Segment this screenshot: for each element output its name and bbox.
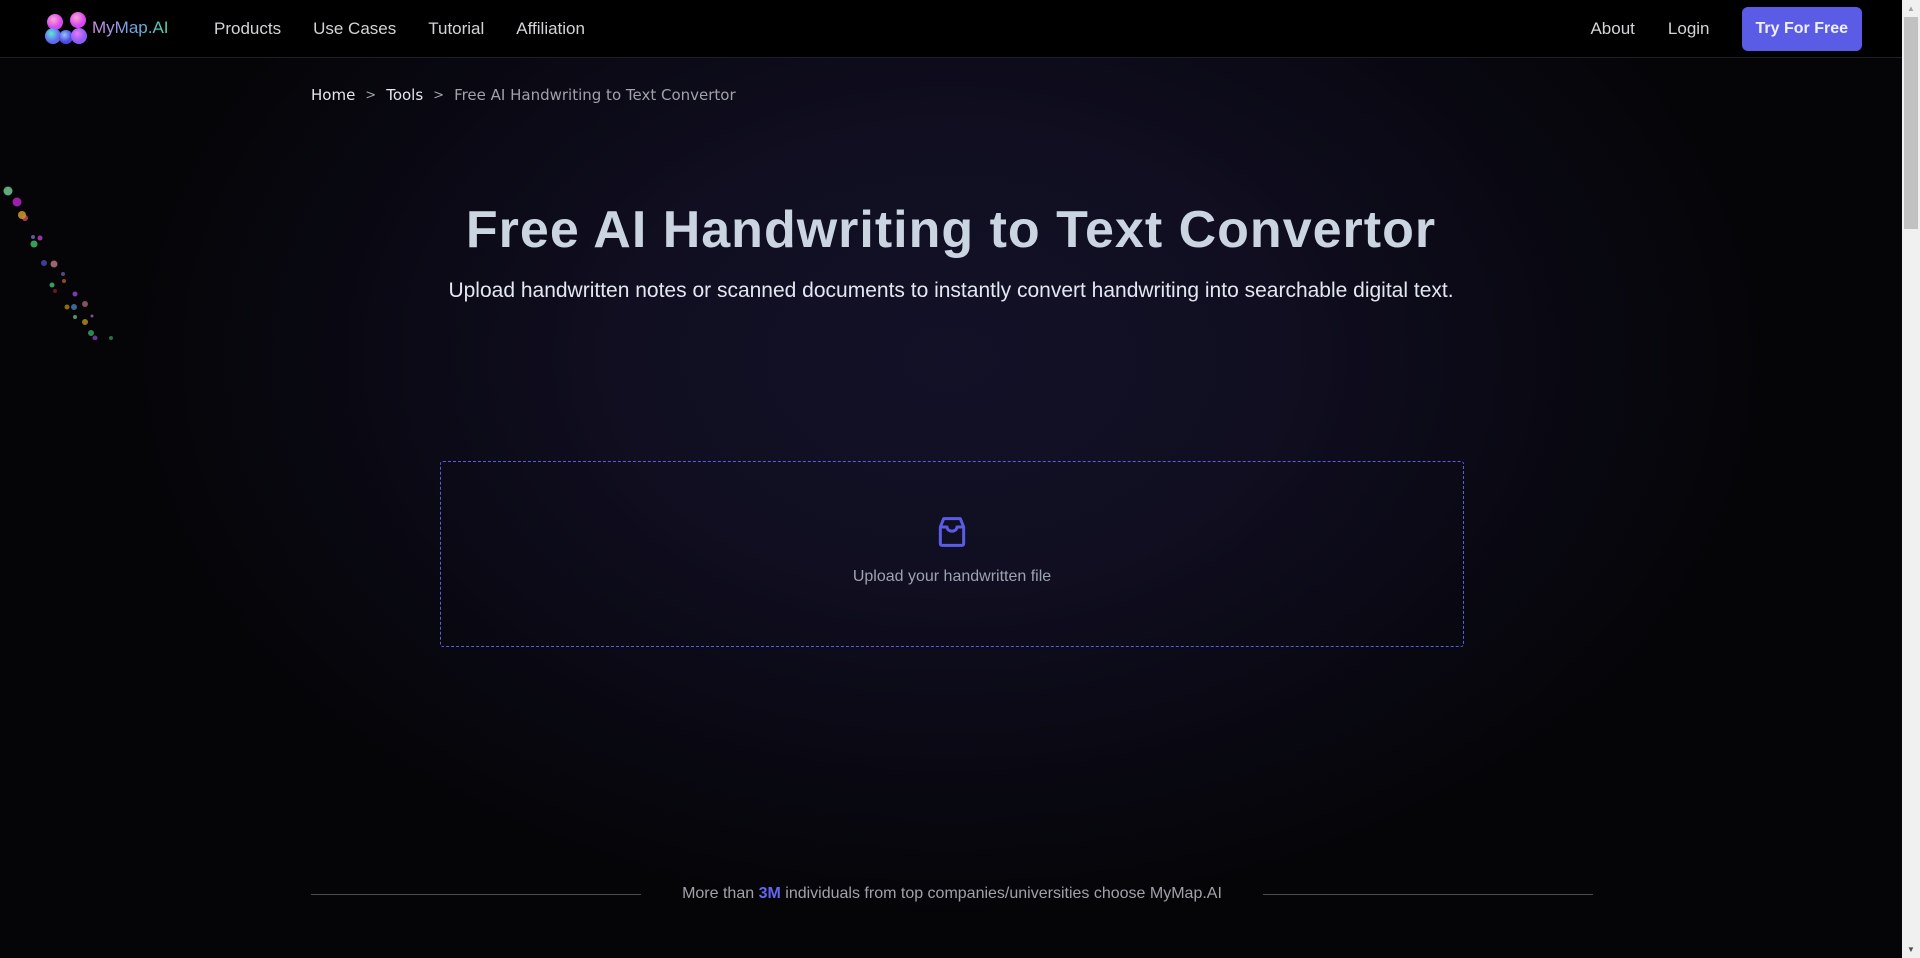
nav-tutorial[interactable]: Tutorial bbox=[428, 19, 484, 39]
nav-about[interactable]: About bbox=[1590, 19, 1634, 39]
top-navbar: MyMap.AI Products Use Cases Tutorial Aff… bbox=[0, 0, 1902, 58]
breadcrumb-home[interactable]: Home bbox=[311, 86, 355, 104]
social-proof-prefix: More than bbox=[682, 885, 755, 902]
breadcrumb-separator: > bbox=[365, 87, 377, 103]
divider bbox=[1263, 893, 1593, 895]
breadcrumb-separator: > bbox=[433, 87, 445, 103]
divider bbox=[311, 893, 641, 895]
logo-icon bbox=[45, 12, 87, 44]
brand-logo[interactable]: MyMap.AI bbox=[44, 10, 169, 46]
page-subtitle: Upload handwritten notes or scanned docu… bbox=[448, 279, 1454, 302]
primary-nav: Products Use Cases Tutorial Affiliation bbox=[214, 0, 617, 58]
page-title: Free AI Handwriting to Text Convertor bbox=[465, 201, 1437, 259]
upload-label: Upload your handwritten file bbox=[852, 568, 1052, 585]
brand-name: MyMap.AI bbox=[92, 18, 169, 37]
social-proof-suffix: individuals from top companies/universit… bbox=[785, 885, 1222, 902]
breadcrumb: Home > Tools > Free AI Handwriting to Te… bbox=[311, 86, 736, 104]
breadcrumb-tools[interactable]: Tools bbox=[386, 86, 423, 104]
scrollbar-thumb[interactable] bbox=[1904, 17, 1918, 229]
try-for-free-button[interactable]: Try For Free bbox=[1741, 7, 1862, 51]
file-upload-dropzone[interactable]: Upload your handwritten file bbox=[440, 461, 1464, 647]
social-proof-text: More than 3M individuals from top compan… bbox=[641, 885, 1263, 903]
nav-login[interactable]: Login bbox=[1668, 19, 1710, 39]
breadcrumb-current: Free AI Handwriting to Text Convertor bbox=[454, 86, 736, 104]
inbox-icon bbox=[938, 517, 966, 547]
nav-affiliation[interactable]: Affiliation bbox=[516, 19, 585, 39]
nav-actions: About Login Try For Free bbox=[1557, 0, 1862, 58]
user-count: 3M bbox=[758, 885, 781, 902]
social-proof: More than 3M individuals from top compan… bbox=[311, 882, 1593, 906]
scroll-down-arrow-icon[interactable]: ▼ bbox=[1902, 941, 1920, 958]
nav-use-cases[interactable]: Use Cases bbox=[313, 19, 396, 39]
vertical-scrollbar[interactable]: ▲ ▼ bbox=[1902, 0, 1920, 958]
scroll-up-arrow-icon[interactable]: ▲ bbox=[1902, 0, 1920, 17]
nav-products[interactable]: Products bbox=[214, 19, 281, 39]
